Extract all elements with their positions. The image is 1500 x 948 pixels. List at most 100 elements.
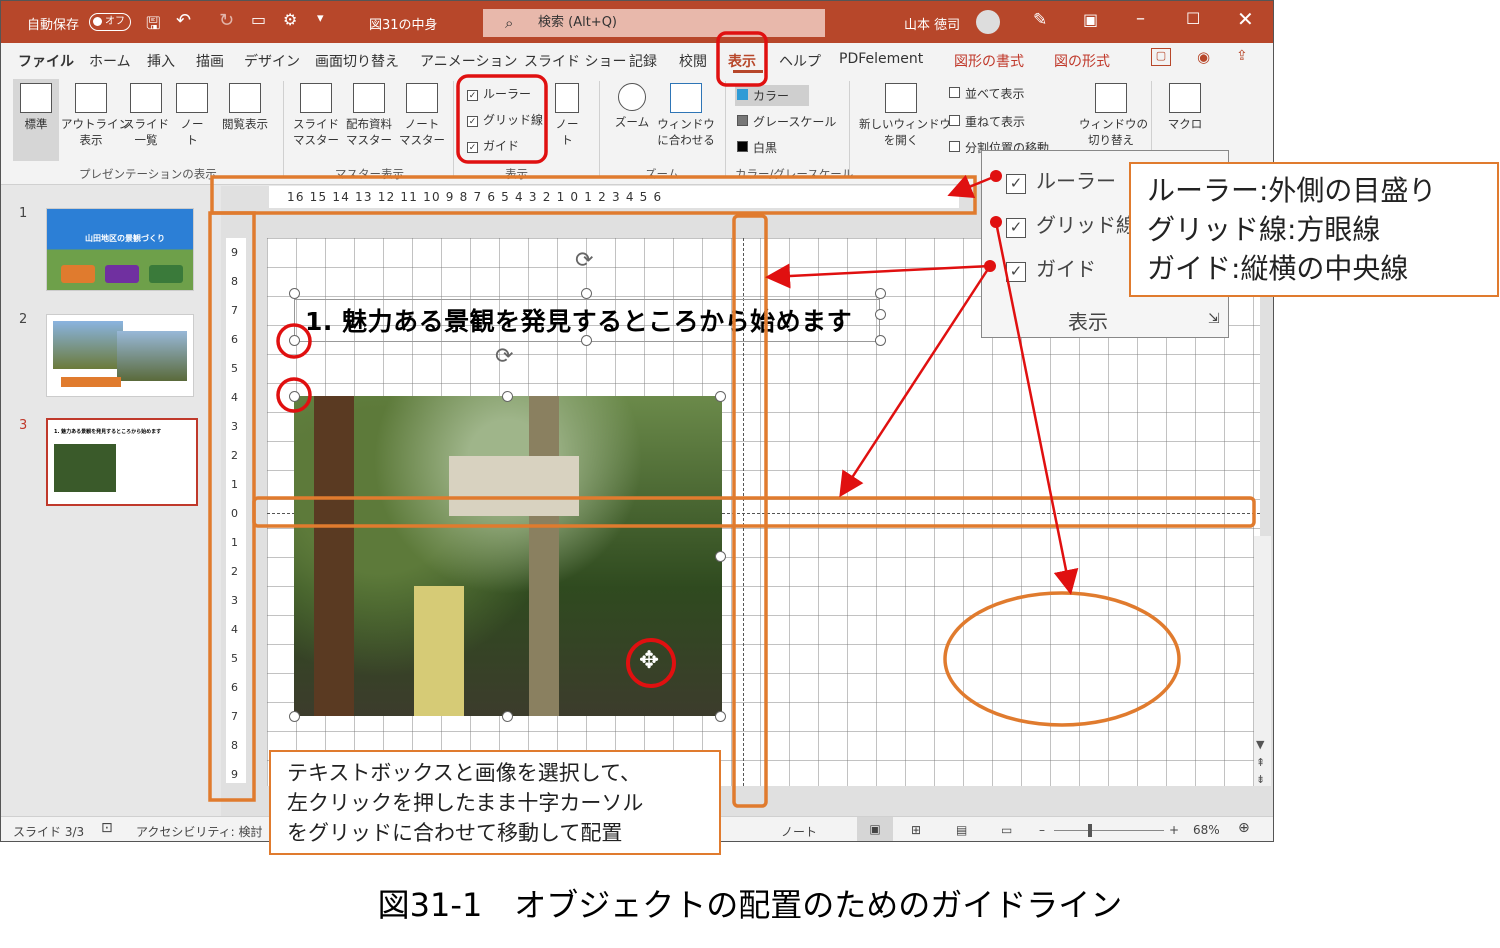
tab-draw[interactable]: 描画	[196, 51, 224, 71]
fit-slide-icon[interactable]: ⊕	[1238, 820, 1250, 836]
grayscale-button[interactable]: グレースケール	[737, 113, 836, 130]
slide-master-button[interactable]: スライド マスター	[291, 83, 341, 148]
autosave-toggle[interactable]: オフ	[89, 13, 131, 31]
normal-view-button[interactable]: 標準	[13, 79, 59, 161]
ruler-tick-label: 0	[231, 507, 238, 520]
resize-handle[interactable]	[502, 711, 513, 722]
macros-button[interactable]: マクロ	[1161, 83, 1209, 132]
slide-thumbnail-1[interactable]: 山田地区の景観づくり	[46, 208, 194, 291]
slide-thumbnail-2[interactable]	[46, 314, 194, 397]
zoom-out-icon[interactable]: –	[1039, 823, 1045, 837]
notes-master-button[interactable]: ノート マスター	[397, 83, 447, 148]
zoom-slider-thumb[interactable]	[1088, 824, 1092, 837]
handout-master-button[interactable]: 配布資料 マスター	[343, 83, 395, 148]
tab-transitions[interactable]: 画面切り替え	[315, 51, 399, 71]
tab-animations[interactable]: アニメーション	[420, 51, 517, 71]
resize-handle[interactable]	[875, 309, 886, 320]
present-icon[interactable]: ▭	[251, 10, 266, 29]
tab-file[interactable]: ファイル	[18, 51, 74, 71]
redo-icon[interactable]: ↻	[219, 10, 234, 31]
record-icon[interactable]: ◉	[1197, 48, 1210, 66]
resize-handle[interactable]	[715, 391, 726, 402]
customize-icon[interactable]: ⚙	[283, 10, 297, 29]
slideshow-status-icon[interactable]: ▭	[1001, 823, 1012, 837]
outline-view-button[interactable]: アウトライン 表示	[61, 83, 130, 148]
tab-shape-format[interactable]: 図形の書式	[954, 51, 1024, 71]
resize-handle[interactable]	[289, 391, 300, 402]
gridlines-checkbox[interactable]: ✓ グリッド線	[467, 111, 543, 128]
prev-slide-icon[interactable]: ⇞	[1256, 756, 1265, 769]
file-name[interactable]: 図31の中身	[369, 14, 438, 33]
popup-gridlines-checkbox: ✓ グリッド線	[1006, 209, 1136, 238]
grayscale-icon	[737, 115, 748, 126]
tab-home[interactable]: ホーム	[89, 51, 131, 71]
close-icon[interactable]: ✕	[1237, 7, 1254, 31]
search-input[interactable]: ⌕ 検索 (Alt+Q)	[483, 9, 825, 37]
tab-picture-format[interactable]: 図の形式	[1054, 51, 1110, 71]
tab-help[interactable]: ヘルプ	[779, 51, 821, 71]
tab-review[interactable]: 校閲	[679, 51, 707, 71]
zoom-button[interactable]: ズーム	[609, 83, 655, 130]
black-white-button[interactable]: 白黒	[737, 139, 777, 156]
avatar[interactable]	[976, 10, 1000, 34]
resize-handle[interactable]	[875, 288, 886, 299]
tab-record[interactable]: 記録	[629, 51, 657, 71]
zoom-icon	[618, 83, 646, 111]
slide-thumbnail-3[interactable]: 1. 魅力ある景観を発見するところから始めます	[46, 418, 198, 506]
thumbnail-number: 3	[19, 418, 28, 433]
resize-handle[interactable]	[581, 288, 592, 299]
rotate-handle-icon[interactable]: ⟳	[575, 248, 593, 273]
share-icon[interactable]: ⇪	[1236, 48, 1248, 64]
resize-handle[interactable]	[715, 551, 726, 562]
reading-view-button[interactable]: 閲覧表示	[215, 83, 275, 132]
notes-toggle[interactable]: ノート	[781, 823, 817, 840]
resize-handle[interactable]	[289, 711, 300, 722]
slide-sorter-status-icon[interactable]: ⊞	[911, 823, 921, 837]
switch-windows-button[interactable]: ウィンドウの 切り替え	[1079, 83, 1148, 148]
ribbon-display-icon[interactable]: ▣	[1083, 10, 1098, 29]
spellcheck-icon[interactable]: ⊡	[101, 820, 113, 836]
save-icon[interactable]: 🖫	[146, 11, 160, 40]
tab-slideshow[interactable]: スライド ショー	[524, 51, 626, 71]
tab-design[interactable]: デザイン	[244, 51, 300, 71]
normal-view-status-icon[interactable]: ▣	[857, 817, 893, 841]
tab-view[interactable]: 表示	[728, 51, 756, 71]
guides-checkbox[interactable]: ✓ ガイド	[467, 137, 519, 154]
resize-handle[interactable]	[581, 335, 592, 346]
resize-handle[interactable]	[289, 335, 300, 346]
zoom-slider[interactable]	[1054, 830, 1164, 831]
thumbnail-shape	[61, 377, 121, 387]
black-white-icon	[737, 141, 748, 152]
notes-button[interactable]: ノー ト	[551, 83, 583, 148]
resize-handle[interactable]	[715, 711, 726, 722]
rotate-handle-icon[interactable]: ⟳	[495, 344, 513, 369]
zoom-in-icon[interactable]: +	[1169, 823, 1179, 837]
minimize-icon[interactable]: –	[1136, 8, 1145, 29]
next-slide-icon[interactable]: ⇟	[1256, 773, 1265, 786]
slide-title[interactable]: 1. 魅力ある景観を発見するところから始めます	[305, 302, 852, 338]
color-button[interactable]: カラー	[735, 85, 810, 106]
arrange-all-button[interactable]: 並べて表示	[949, 85, 1025, 102]
pen-icon[interactable]: ✎	[1033, 10, 1047, 30]
tab-pdfelement[interactable]: PDFelement	[839, 51, 923, 67]
slide-sorter-button[interactable]: スライド 一覧	[123, 83, 169, 148]
resize-handle[interactable]	[289, 288, 300, 299]
group-label-presentation-views: プレゼンテーションの表示	[79, 167, 217, 181]
resize-handle[interactable]	[502, 391, 513, 402]
fit-to-window-button[interactable]: ウィンドウ に合わせる	[655, 83, 717, 148]
scroll-down-icon[interactable]: ▼	[1256, 738, 1264, 751]
qat-more-icon[interactable]: ▾	[317, 11, 324, 26]
tab-insert[interactable]: 挿入	[147, 51, 175, 71]
notes-page-button[interactable]: ノー ト	[173, 83, 211, 148]
reading-view-status-icon[interactable]: ▤	[956, 823, 967, 837]
ruler-checkbox[interactable]: ✓ ルーラー	[467, 85, 531, 102]
cascade-button[interactable]: 重ねて表示	[949, 113, 1025, 130]
note-line: テキストボックスと画像を選択して、	[287, 761, 642, 785]
comment-icon[interactable]: ▢	[1151, 48, 1171, 66]
undo-icon[interactable]: ↶	[176, 10, 191, 31]
accessibility-status[interactable]: アクセシビリティ: 検討	[136, 823, 263, 840]
zoom-level[interactable]: 68%	[1193, 823, 1220, 837]
resize-handle[interactable]	[875, 335, 886, 346]
maximize-icon[interactable]: ☐	[1186, 9, 1200, 28]
new-window-button[interactable]: 新しいウィンドウ を開く	[859, 83, 951, 148]
